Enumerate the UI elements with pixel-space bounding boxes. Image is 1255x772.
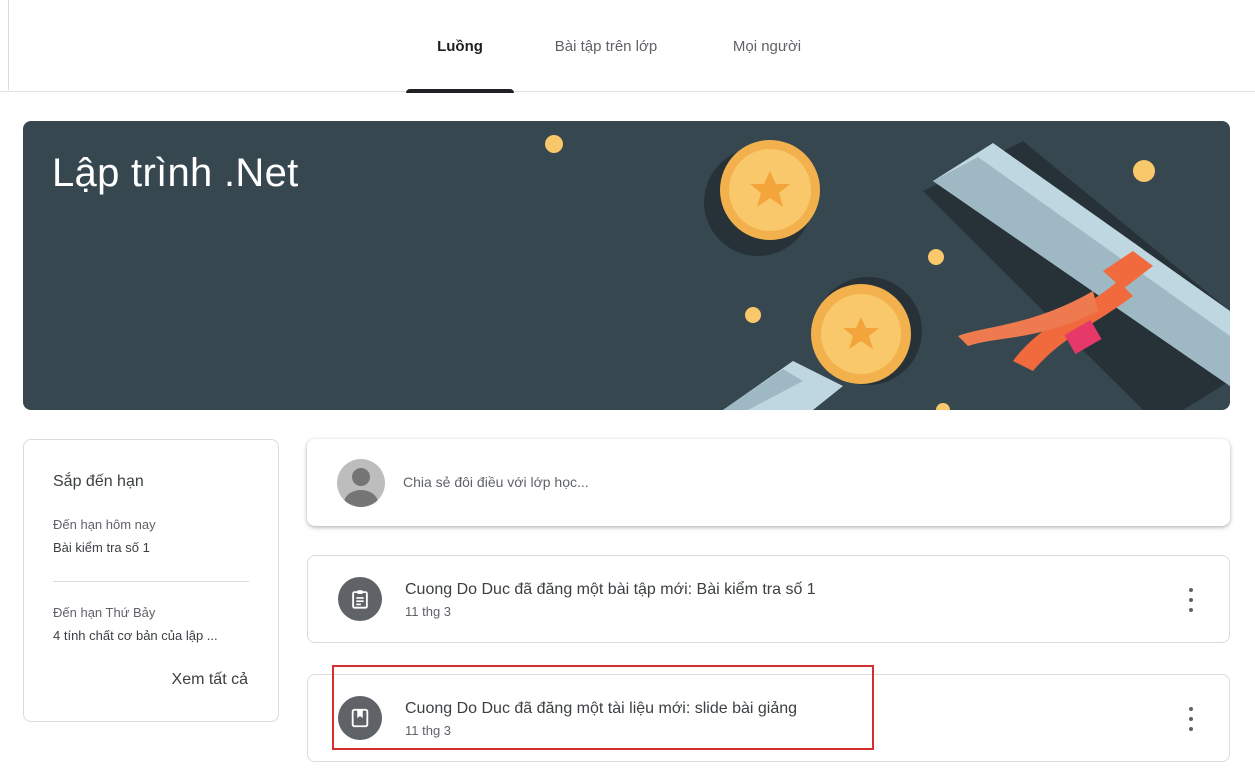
upcoming-heading: Sắp đến hạn (53, 473, 144, 490)
due-today-label: Đến hạn hôm nay (53, 517, 156, 532)
active-tab-indicator (406, 89, 514, 93)
assignment-icon (338, 577, 382, 621)
tab-classwork-label: Bài tập trên lớp (554, 37, 658, 55)
avatar (337, 459, 385, 507)
class-tab-bar: Luồng Bài tập trên lớp Mọi người (0, 0, 1255, 93)
tab-people[interactable]: Mọi người (712, 0, 822, 92)
more-options-button[interactable] (1187, 707, 1195, 731)
share-placeholder: Chia sẻ đôi điều với lớp học... (403, 474, 589, 490)
material-icon (338, 696, 382, 740)
upcoming-panel: Sắp đến hạn Đến hạn hôm nay Bài kiểm tra… (23, 439, 279, 722)
share-with-class-box[interactable]: Chia sẻ đôi điều với lớp học... (307, 439, 1230, 526)
upcoming-divider (53, 581, 249, 582)
due-today-item[interactable]: Bài kiểm tra số 1 (53, 540, 150, 555)
due-saturday-label: Đến hạn Thứ Bảy (53, 605, 156, 620)
post-date: 11 thg 3 (405, 604, 452, 619)
tab-stream[interactable]: Luồng (406, 0, 514, 93)
tab-stream-label: Luồng (437, 37, 483, 55)
stream-post[interactable]: Cuong Do Duc đã đăng một bài tập mới: Bà… (307, 555, 1230, 643)
post-title: Cuong Do Duc đã đăng một tài liệu mới: s… (405, 700, 798, 717)
class-banner: Lập trình .Net (23, 121, 1230, 410)
post-title: Cuong Do Duc đã đăng một bài tập mới: Bà… (405, 581, 816, 598)
user-avatar-icon (344, 468, 378, 507)
more-options-button[interactable] (1187, 588, 1195, 612)
more-vert-icon (1189, 707, 1193, 711)
tab-classwork[interactable]: Bài tập trên lớp (528, 0, 684, 92)
post-date: 11 thg 3 (405, 723, 452, 738)
more-vert-icon (1189, 588, 1193, 592)
due-saturday-item[interactable]: 4 tính chất cơ bản của lập ... (53, 628, 218, 643)
view-all-link[interactable]: Xem tất cả (172, 671, 248, 689)
tab-people-label: Mọi người (732, 37, 802, 55)
stream-post[interactable]: Cuong Do Duc đã đăng một tài liệu mới: s… (307, 674, 1230, 762)
class-title: Lập trình .Net (52, 151, 299, 195)
